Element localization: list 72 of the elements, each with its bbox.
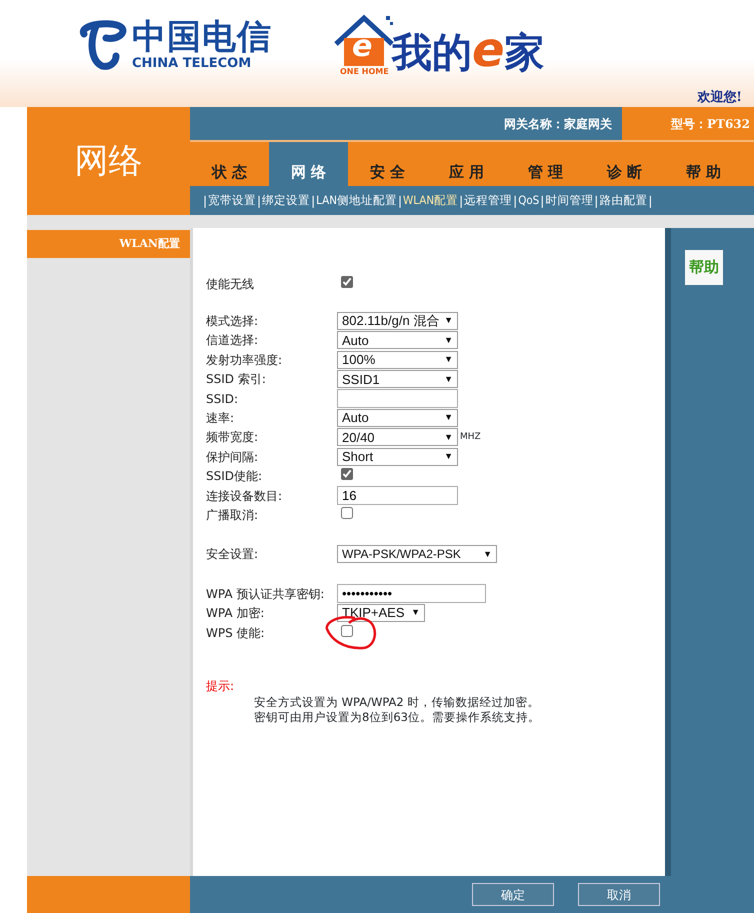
dropdown[interactable]: Auto ▼ [337,409,458,428]
welcome-text: 欢迎您! [697,88,742,106]
field-label: 保护间隔: [206,448,260,466]
subnav-link[interactable]: WLAN配置 [403,192,458,210]
footer-button[interactable]: 取消 [578,883,660,906]
nav-tab[interactable]: 管 理 [506,142,585,186]
dropdown[interactable]: 100% ▼ [337,350,458,369]
footer-button[interactable]: 确定 [472,883,554,906]
subnav-link[interactable]: 时间管理 [545,192,594,210]
field-label: 频带宽度: [206,429,260,446]
field-label: WPA 加密: [206,605,266,622]
section-title: 网络 [27,107,190,215]
field-label: SSID使能: [206,468,264,486]
checkbox[interactable] [341,468,353,480]
subnav-separator: | [310,192,316,210]
gateway-name: 网关名称：家庭网关 [504,116,613,132]
brand-subtitle: CHINA TELECOM [132,57,252,70]
unit-label: MHZ [460,430,481,444]
field-label: 速率: [206,410,236,428]
help-title: 帮助 [685,250,723,284]
dropdown[interactable]: 802.11b/g/n 混合 ▼ [337,312,458,330]
field-label: 发射功率强度: [206,352,284,369]
subnav-link[interactable]: 绑定设置 [262,192,310,210]
field-label: 信道选择: [206,332,260,350]
product-title: 我的e家 [392,26,545,74]
input-field[interactable] [337,389,458,408]
dropdown[interactable]: TKIP+AES ▼ [337,604,425,622]
nav-tab[interactable]: 帮 助 [664,142,743,186]
subnav-link[interactable]: 路由配置 [599,192,648,210]
nav-tab[interactable]: 诊 断 [585,142,664,186]
field-label: 模式选择: [206,313,260,330]
field-label: SSID 索引: [206,371,267,388]
brand-name: 中国电信 [132,20,272,54]
checkbox[interactable] [341,506,353,519]
nav-tab[interactable]: 状 态 [190,142,269,186]
dropdown[interactable]: Auto ▼ [337,331,458,350]
field-label: SSID: [206,390,240,408]
subnav-link[interactable]: QoS [518,192,540,210]
dropdown[interactable]: 20/40 ▼ [337,428,458,446]
hint-title: 提示: [206,678,236,696]
field-label: 广播取消: [206,506,260,524]
dropdown[interactable]: SSID1 ▼ [337,370,458,388]
field-label: 使能无线 [206,276,255,293]
subnav-separator: | [256,192,262,210]
subnav-separator: | [202,192,208,210]
checkbox[interactable] [341,624,353,637]
subnav-separator: | [593,192,600,210]
nav-tab[interactable]: 应 用 [427,142,506,186]
dropdown[interactable]: Short ▼ [337,448,458,466]
subnav-link[interactable]: 远程管理 [464,192,512,210]
input-field[interactable]: 16 [337,486,458,506]
subnav-link[interactable]: LAN侧地址配置 [316,192,397,210]
subnav-separator: | [539,192,546,210]
checkbox[interactable] [341,276,353,288]
subnav-separator: | [512,192,518,210]
subnav-separator: | [396,192,403,210]
model-label: 型号：PT632 [670,116,750,132]
field-label: WPA 预认证共享密钥: [206,586,326,603]
hint-text: 密钥可由用户设置为8位到63位。需要操作系统支持。 [253,710,541,726]
dropdown[interactable]: WPA-PSK/WPA2-PSK ▼ [337,545,497,564]
subnav-separator: | [458,192,464,210]
input-field[interactable]: ••••••••••• [337,584,486,604]
nav-tab[interactable]: 网 络 [269,142,348,186]
field-label: WPS 使能: [206,624,266,642]
field-label: 连接设备数目: [206,488,284,505]
nav-tab[interactable]: 安 全 [348,142,427,186]
logo-letter: e [352,32,372,62]
hint-text: 安全方式设置为 WPA/WPA2 时，传输数据经过加密。 [253,695,540,710]
subnav-link[interactable]: 宽带设置 [208,192,256,210]
logo-caption: ONE HOME [340,66,389,78]
field-label: 安全设置: [206,546,260,564]
subnav-separator: | [647,192,654,210]
